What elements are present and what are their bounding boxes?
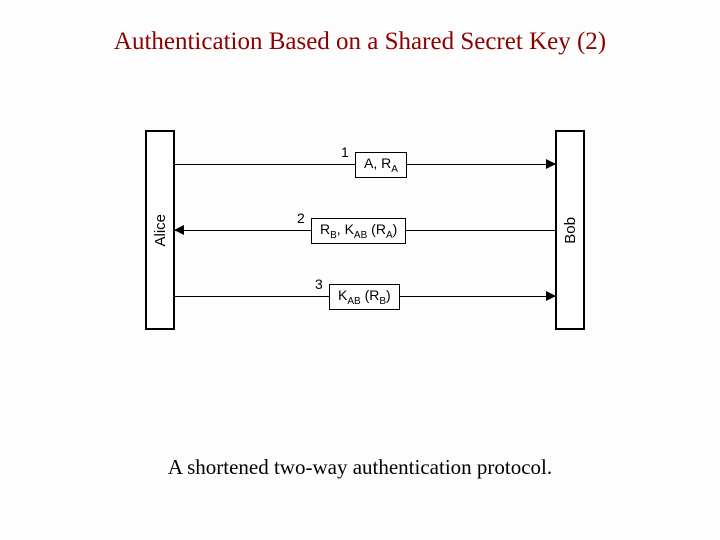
party-bob: Bob: [555, 130, 585, 330]
slide-title: Authentication Based on a Shared Secret …: [0, 28, 720, 56]
message-box-3: KAB (RB): [329, 284, 400, 310]
party-alice-label: Alice: [152, 214, 169, 247]
party-alice: Alice: [145, 130, 175, 330]
message-box-2: RB, KAB (RA): [311, 218, 406, 244]
slide-caption: A shortened two-way authentication proto…: [0, 455, 720, 480]
message-box-1: A, RA: [355, 152, 407, 178]
step-number-2: 2: [297, 210, 305, 226]
step-number-3: 3: [315, 276, 323, 292]
protocol-diagram: Alice Bob 1 A, RA 2 RB, KAB (RA) 3 KAB (…: [145, 130, 585, 330]
party-bob-label: Bob: [562, 217, 579, 244]
step-number-1: 1: [341, 144, 349, 160]
